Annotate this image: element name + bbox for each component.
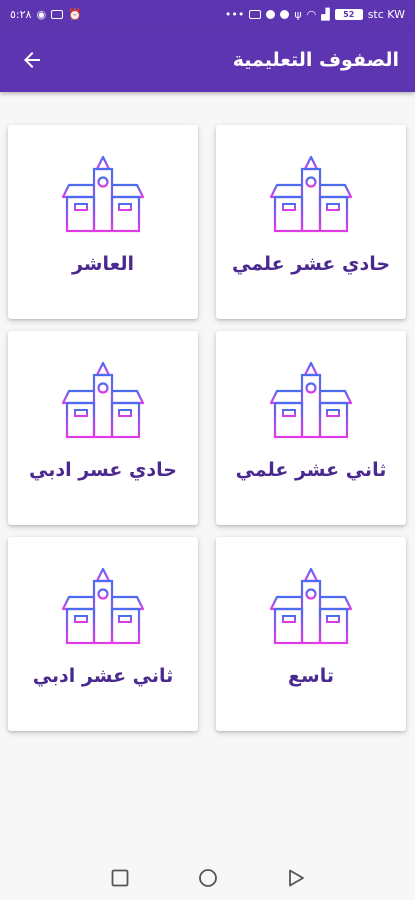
back-button[interactable] (14, 44, 50, 76)
battery-icon: 52 (334, 8, 363, 20)
school-building-icon (59, 155, 147, 237)
grade-card[interactable]: ثاني عشر ادبي (8, 537, 198, 731)
system-nav-bar (0, 848, 415, 900)
grade-label: تاسع (288, 665, 334, 687)
grade-card[interactable]: ثاني عشر علمي (216, 331, 406, 525)
grade-card[interactable]: تاسع (216, 537, 406, 731)
vibrate-icon (51, 9, 64, 19)
wifi-call-icon: ◉ (36, 7, 47, 21)
school-building-icon (59, 361, 147, 443)
school-building-icon (267, 361, 355, 443)
recents-square-icon[interactable] (110, 868, 130, 888)
status-left: ٥:٢٨ ◉ ⏰ (10, 8, 82, 21)
carrier-name: stc KW (367, 7, 405, 21)
grade-label: حادي عشر علمي (231, 253, 391, 275)
grade-label: حادي عسر ادبي (29, 459, 177, 481)
app-bar: الصفوف التعليمية (0, 28, 415, 92)
messenger-icon (266, 9, 276, 19)
grade-card[interactable]: حادي عشر علمي (216, 125, 406, 319)
arrow-left-icon (24, 52, 40, 68)
grade-label: ثاني عشر ادبي (32, 665, 174, 687)
back-triangle-icon[interactable] (286, 868, 306, 888)
home-circle-icon[interactable] (198, 868, 218, 888)
school-building-icon (267, 567, 355, 649)
school-building-icon (267, 155, 355, 237)
more-dots-icon: ••• (224, 7, 245, 21)
grade-card[interactable]: حادي عسر ادبي (8, 331, 198, 525)
grade-label: ثاني عشر علمي (235, 459, 387, 481)
signal-icon: ▟ (321, 7, 330, 21)
school-building-icon (59, 567, 147, 649)
status-bar: ٥:٢٨ ◉ ⏰ ••• ψ ◠ ▟ 52 stc KW (0, 0, 415, 28)
youtube-icon (249, 9, 262, 19)
grade-card[interactable]: العاشر (8, 125, 198, 319)
status-right: ••• ψ ◠ ▟ 52 stc KW (225, 8, 405, 21)
alarm-icon: ⏰ (68, 7, 82, 21)
facebook-icon (280, 9, 290, 19)
status-time: ٥:٢٨ (10, 7, 32, 21)
page-title: الصفوف التعليمية (232, 49, 399, 71)
grade-label: العاشر (71, 253, 134, 275)
usb-icon: ψ (294, 7, 302, 21)
wifi-icon: ◠ (306, 7, 317, 21)
